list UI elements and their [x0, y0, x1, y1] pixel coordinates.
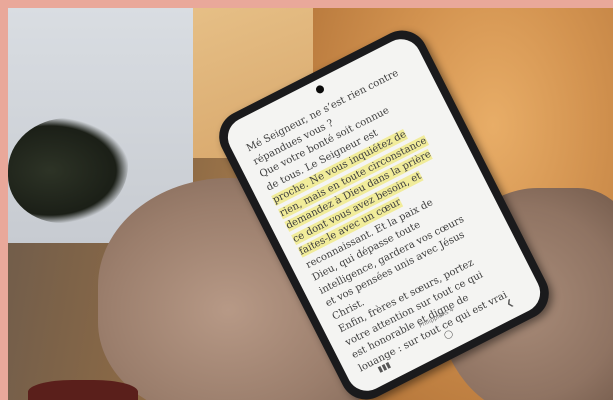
home-icon[interactable]: ◯ — [442, 328, 454, 340]
recent-apps-icon[interactable]: ▮▮▮ — [376, 360, 392, 374]
photo: Mé Seigneur, ne s’est rien contre répand… — [8, 8, 613, 400]
back-icon[interactable]: ❮ — [505, 297, 515, 308]
red-sleeve — [28, 380, 138, 400]
